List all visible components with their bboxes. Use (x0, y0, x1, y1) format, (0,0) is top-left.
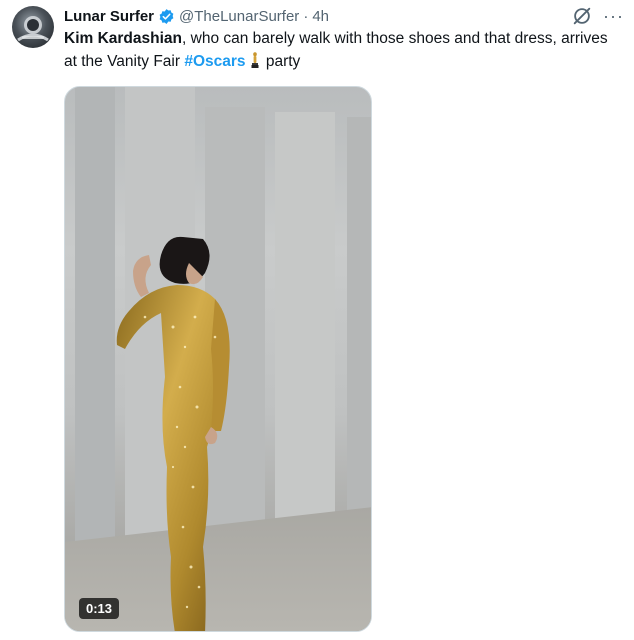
tweet-text: Kim Kardashian, who can barely walk with… (64, 27, 624, 73)
post-time[interactable]: 4h (312, 8, 329, 25)
video-player[interactable]: 0:13 (64, 86, 372, 632)
tweet-text-bold: Kim Kardashian (64, 30, 183, 47)
more-icon[interactable]: ··· (603, 7, 624, 25)
verified-badge-icon (158, 8, 175, 25)
hashtag-link[interactable]: #Oscars (184, 53, 245, 70)
trophy-statuette-icon (250, 52, 260, 68)
video-duration: 0:13 (79, 598, 120, 619)
author-handle[interactable]: @TheLunarSurfer (179, 8, 299, 25)
author-name[interactable]: Lunar Surfer (64, 8, 154, 25)
tweet-header: Lunar Surfer @TheLunarSurfer · 4h ··· (64, 5, 624, 27)
grok-icon[interactable] (571, 5, 593, 27)
avatar[interactable] (12, 6, 54, 48)
video-frame (65, 87, 371, 631)
avatar-astronaut-graphic (17, 16, 49, 42)
tweet-text-end: party (261, 53, 301, 70)
separator-dot: · (303, 7, 309, 25)
